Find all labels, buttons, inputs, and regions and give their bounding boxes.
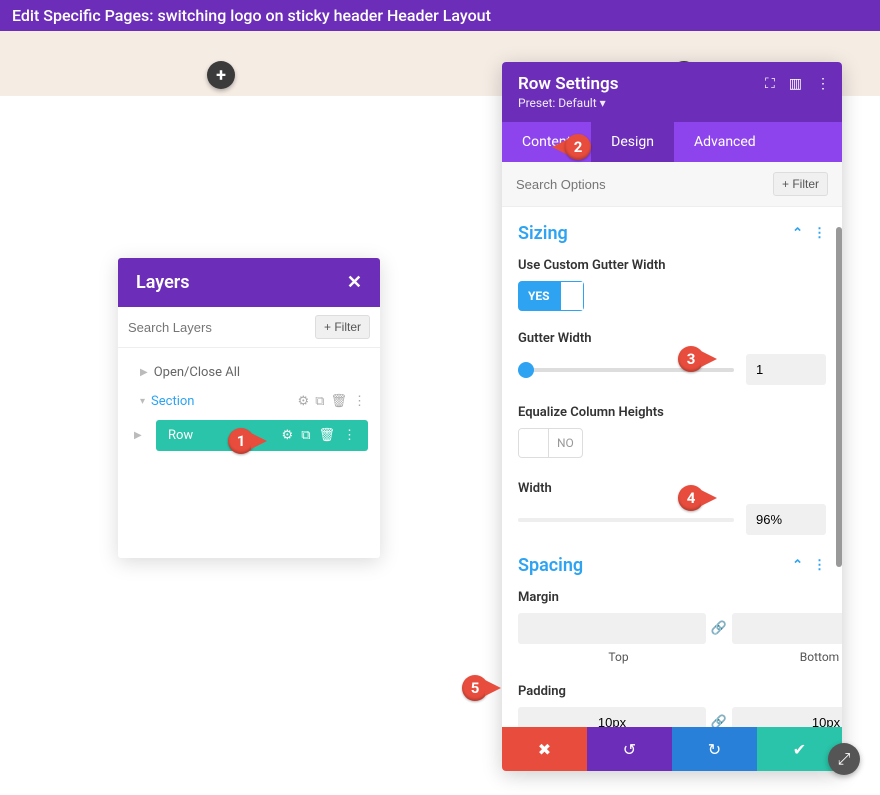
layers-panel: Layers ✕ + Filter ▶ Open/Close All ▾ Sec… bbox=[118, 258, 380, 558]
undo-button[interactable]: ↺ bbox=[587, 727, 672, 771]
row-settings-panel: Row Settings Preset: Default ▾ ⛶ ▥ ⋮ Con… bbox=[502, 62, 842, 771]
chevron-up-icon[interactable]: ⌃ bbox=[792, 558, 803, 573]
duplicate-icon[interactable]: ⧉ bbox=[301, 428, 310, 443]
duplicate-icon[interactable]: ⧉ bbox=[315, 394, 324, 409]
chevron-right-icon: ▶ bbox=[134, 430, 142, 441]
padding-top-input[interactable] bbox=[518, 707, 706, 727]
annotation-3: 3 bbox=[678, 344, 728, 374]
filter-button[interactable]: + Filter bbox=[773, 172, 828, 196]
equalize-toggle[interactable]: NO bbox=[518, 428, 583, 458]
kebab-icon[interactable]: ⋮ bbox=[813, 226, 826, 241]
sizing-section[interactable]: Sizing ⌃ ⋮ bbox=[518, 223, 826, 244]
layers-search-bar: + Filter bbox=[118, 307, 380, 348]
margin-label: Margin bbox=[518, 590, 826, 605]
tab-advanced[interactable]: Advanced bbox=[674, 122, 776, 162]
chevron-right-icon: ▶ bbox=[140, 367, 148, 378]
gear-icon[interactable]: ⚙ bbox=[298, 394, 310, 409]
add-section-button[interactable]: + bbox=[207, 61, 235, 89]
link-icon[interactable]: 🔗 bbox=[710, 621, 728, 636]
custom-gutter-toggle[interactable]: YES bbox=[518, 281, 584, 311]
scrollbar[interactable] bbox=[836, 227, 842, 567]
annotation-1: 1 bbox=[228, 426, 278, 456]
equalize-label: Equalize Column Heights bbox=[518, 405, 826, 420]
kebab-icon[interactable]: ⋮ bbox=[343, 428, 356, 443]
link-icon[interactable]: 🔗 bbox=[710, 715, 728, 727]
chevron-down-icon: ▾ bbox=[140, 396, 145, 407]
expand-corner-button[interactable]: ⤢ bbox=[828, 743, 860, 775]
tab-design[interactable]: Design bbox=[591, 122, 674, 162]
page-title: Edit Specific Pages: switching logo on s… bbox=[12, 6, 491, 25]
preset-label[interactable]: Preset: Default ▾ bbox=[518, 96, 826, 110]
padding-label: Padding bbox=[518, 684, 826, 699]
layers-title: Layers bbox=[136, 272, 190, 293]
close-icon[interactable]: ✕ bbox=[347, 272, 362, 293]
annotation-2: 2 bbox=[552, 132, 602, 162]
redo-button[interactable]: ↻ bbox=[672, 727, 757, 771]
settings-body: Sizing ⌃ ⋮ Use Custom Gutter Width YES G… bbox=[502, 207, 842, 727]
width-slider[interactable] bbox=[518, 518, 734, 522]
chevron-up-icon[interactable]: ⌃ bbox=[792, 226, 803, 241]
gutter-value-input[interactable] bbox=[746, 354, 826, 385]
margin-bottom-input[interactable] bbox=[732, 613, 842, 644]
annotation-5: 5 bbox=[462, 673, 512, 703]
spacing-section[interactable]: Spacing ⌃ ⋮ bbox=[518, 555, 826, 576]
device-icon[interactable]: ▥ bbox=[789, 76, 802, 92]
search-options-bar: + Filter bbox=[502, 162, 842, 207]
margin-top-input[interactable] bbox=[518, 613, 706, 644]
expand-icon[interactable]: ⛶ bbox=[765, 76, 775, 92]
top-bar: Edit Specific Pages: switching logo on s… bbox=[0, 0, 880, 31]
cancel-button[interactable]: ✖ bbox=[502, 727, 587, 771]
search-options-input[interactable] bbox=[516, 177, 773, 192]
layer-section[interactable]: ▾ Section ⚙ ⧉ 🗑 ⋮ bbox=[118, 387, 380, 416]
gutter-width-label: Gutter Width bbox=[518, 331, 826, 346]
open-close-all[interactable]: ▶ Open/Close All bbox=[118, 358, 380, 387]
filter-button[interactable]: + Filter bbox=[315, 315, 370, 339]
custom-gutter-label: Use Custom Gutter Width bbox=[518, 258, 826, 273]
annotation-4: 4 bbox=[678, 483, 728, 513]
gear-icon[interactable]: ⚙ bbox=[282, 428, 294, 443]
trash-icon[interactable]: 🗑 bbox=[318, 428, 335, 443]
kebab-icon[interactable]: ⋮ bbox=[816, 76, 830, 92]
width-value-input[interactable] bbox=[746, 504, 826, 535]
kebab-icon[interactable]: ⋮ bbox=[813, 558, 826, 573]
row-settings-footer: ✖ ↺ ↻ ✔ bbox=[502, 727, 842, 771]
kebab-icon[interactable]: ⋮ bbox=[353, 394, 366, 409]
width-label: Width bbox=[518, 481, 826, 496]
layers-header: Layers ✕ bbox=[118, 258, 380, 307]
search-layers-input[interactable] bbox=[128, 320, 307, 335]
padding-bottom-input[interactable] bbox=[732, 707, 842, 727]
trash-icon[interactable]: 🗑 bbox=[330, 394, 347, 409]
row-settings-header: Row Settings Preset: Default ▾ ⛶ ▥ ⋮ bbox=[502, 62, 842, 122]
